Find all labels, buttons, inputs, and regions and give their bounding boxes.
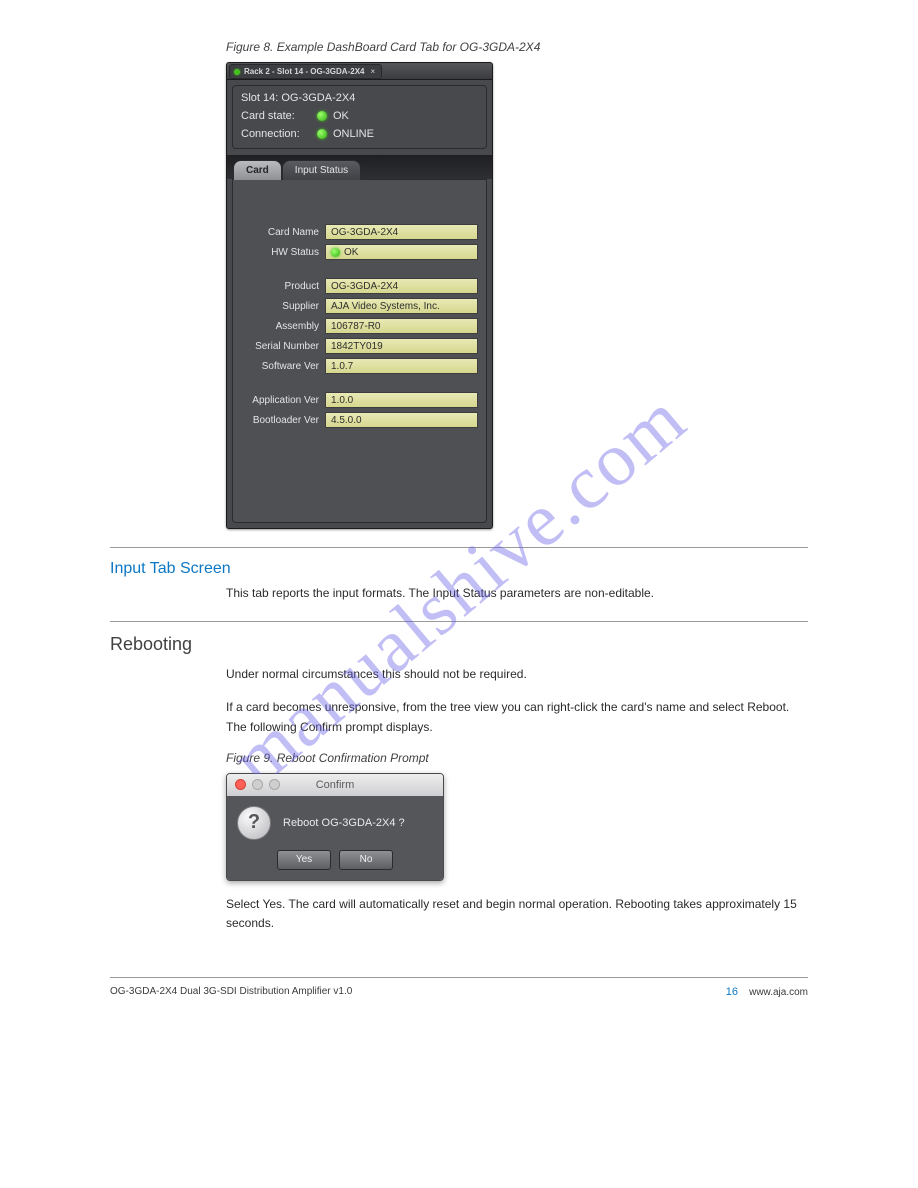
- field-row: Assembly 106787-R0: [241, 318, 478, 334]
- field-label: Software Ver: [241, 361, 319, 372]
- rebooting-body-2: If a card becomes unresponsive, from the…: [226, 698, 808, 736]
- no-button[interactable]: No: [339, 850, 393, 870]
- field-label: HW Status: [241, 247, 319, 258]
- field-label: Supplier: [241, 301, 319, 312]
- card-tabs: Card Input Status: [227, 155, 492, 179]
- tab-card[interactable]: Card: [233, 160, 282, 180]
- confirm-message: Reboot OG-3GDA-2X4 ?: [283, 817, 405, 829]
- field-label: Product: [241, 281, 319, 292]
- section-divider: [110, 621, 808, 622]
- confirm-titlebar: Confirm: [227, 774, 443, 796]
- card-body: Card Name OG-3GDA-2X4 HW Status OK Produ…: [232, 179, 487, 523]
- card-state-value: OK: [333, 110, 349, 122]
- rebooting-body-3: Select Yes. The card will automatically …: [226, 895, 808, 933]
- page-footer: OG-3GDA-2X4 Dual 3G-SDI Distribution Amp…: [110, 977, 808, 998]
- card-name-field[interactable]: OG-3GDA-2X4: [325, 224, 478, 240]
- figure-9-caption: Figure 9. Reboot Confirmation Prompt: [226, 751, 808, 765]
- card-state-label: Card state:: [241, 110, 311, 122]
- status-dot-icon: [331, 248, 340, 257]
- tab-input-status[interactable]: Input Status: [282, 160, 361, 180]
- field-row: Application Ver 1.0.0: [241, 392, 478, 408]
- bootloader-ver-field: 4.5.0.0: [325, 412, 478, 428]
- field-row: Product OG-3GDA-2X4: [241, 278, 478, 294]
- card-header: Slot 14: OG-3GDA-2X4 Card state: OK Conn…: [232, 85, 487, 149]
- field-row: HW Status OK: [241, 244, 478, 260]
- field-row: Supplier AJA Video Systems, Inc.: [241, 298, 478, 314]
- product-field: OG-3GDA-2X4: [325, 278, 478, 294]
- confirm-dialog-screenshot: Confirm ? Reboot OG-3GDA-2X4 ? Yes No: [226, 773, 444, 881]
- window-tab[interactable]: Rack 2 - Slot 14 - OG-3GDA-2X4 ×: [229, 64, 382, 79]
- field-row: Serial Number 1842TY019: [241, 338, 478, 354]
- software-ver-field: 1.0.7: [325, 358, 478, 374]
- page-number: 16: [726, 986, 738, 998]
- figure-8-caption: Figure 8. Example DashBoard Card Tab for…: [226, 40, 808, 54]
- hw-status-value: OK: [344, 247, 358, 258]
- input-tab-body: This tab reports the input formats. The …: [226, 584, 808, 603]
- field-label: Bootloader Ver: [241, 415, 319, 426]
- confirm-body: ? Reboot OG-3GDA-2X4 ?: [227, 796, 443, 850]
- rebooting-body-1: Under normal circumstances this should n…: [226, 665, 808, 684]
- confirm-title-text: Confirm: [227, 779, 443, 791]
- serial-number-field: 1842TY019: [325, 338, 478, 354]
- question-icon: ?: [237, 806, 271, 840]
- connection-label: Connection:: [241, 128, 311, 140]
- window-tabbar: Rack 2 - Slot 14 - OG-3GDA-2X4 ×: [227, 63, 492, 80]
- rebooting-heading: Rebooting: [110, 634, 808, 655]
- close-icon[interactable]: ×: [370, 67, 375, 76]
- field-label: Serial Number: [241, 341, 319, 352]
- hw-status-field: OK: [325, 244, 478, 260]
- field-label: Card Name: [241, 227, 319, 238]
- section-divider: [110, 547, 808, 548]
- footer-left: OG-3GDA-2X4 Dual 3G-SDI Distribution Amp…: [110, 986, 352, 998]
- status-dot-icon: [234, 69, 240, 75]
- window-tab-title: Rack 2 - Slot 14 - OG-3GDA-2X4: [244, 67, 364, 76]
- connection-value: ONLINE: [333, 128, 374, 140]
- card-panel-screenshot: Rack 2 - Slot 14 - OG-3GDA-2X4 × Slot 14…: [226, 62, 493, 529]
- application-ver-field: 1.0.0: [325, 392, 478, 408]
- status-dot-icon: [317, 129, 327, 139]
- field-label: Assembly: [241, 321, 319, 332]
- yes-button[interactable]: Yes: [277, 850, 331, 870]
- confirm-button-row: Yes No: [227, 850, 443, 880]
- field-row: Software Ver 1.0.7: [241, 358, 478, 374]
- field-row: Card Name OG-3GDA-2X4: [241, 224, 478, 240]
- card-header-title: Slot 14: OG-3GDA-2X4: [241, 92, 355, 104]
- field-label: Application Ver: [241, 395, 319, 406]
- field-row: Bootloader Ver 4.5.0.0: [241, 412, 478, 428]
- supplier-field: AJA Video Systems, Inc.: [325, 298, 478, 314]
- input-tab-heading: Input Tab Screen: [110, 560, 808, 578]
- status-dot-icon: [317, 111, 327, 121]
- footer-site: www.aja.com: [749, 987, 808, 998]
- assembly-field: 106787-R0: [325, 318, 478, 334]
